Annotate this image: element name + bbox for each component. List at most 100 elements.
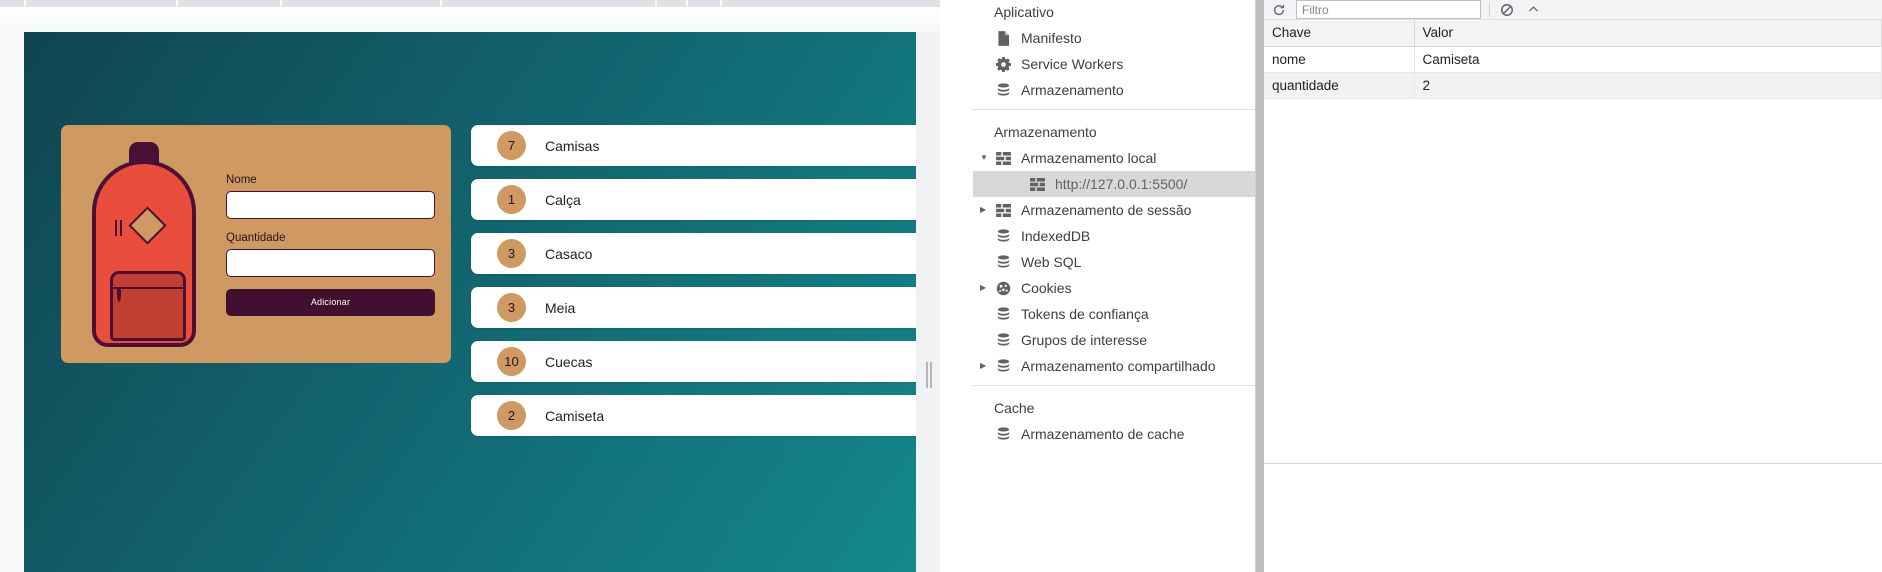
- chevron-down-icon[interactable]: ▼: [980, 154, 994, 162]
- column-header-value[interactable]: Valor: [1414, 20, 1882, 47]
- item-quantity-badge: 10: [497, 347, 526, 376]
- quantity-input[interactable]: [226, 248, 435, 277]
- chevron-right-icon[interactable]: ▶: [980, 206, 994, 214]
- database-icon: [994, 306, 1012, 322]
- database-icon: [994, 228, 1012, 244]
- list-item[interactable]: 10 Cuecas: [471, 341, 916, 382]
- devtools-storage-detail: Chave Valor nomeCamisetaquantidade2: [1256, 0, 1882, 572]
- tree-item-armazenamento-compartilhado[interactable]: ▶ Armazenamento compartilhado: [973, 353, 1255, 379]
- tab-separator: [280, 0, 282, 7]
- tree-item-label: Service Workers: [1021, 56, 1124, 72]
- devtools-panel: Aplicativo Manifesto Service Workers Armaze…: [960, 0, 1882, 572]
- table-cell-value[interactable]: 2: [1414, 72, 1882, 99]
- tree-item-service-workers[interactable]: Service Workers: [973, 51, 1255, 77]
- tree-item-label: Cookies: [1021, 280, 1072, 296]
- list-item[interactable]: 3 Meia: [471, 287, 916, 328]
- item-quantity-badge: 7: [497, 131, 526, 160]
- tree-section: Aplicativo Manifesto Service Workers Armaze…: [973, 0, 1255, 109]
- clothing-item-list: 7 Camisas 1 Calça 3 Casaco 3 Meia 10 Cuecas 2 Camis…: [471, 125, 916, 449]
- item-name-label: Calça: [545, 191, 581, 208]
- item-name-label: Camisas: [545, 137, 600, 154]
- cookie-icon: [994, 280, 1012, 296]
- database-icon: [994, 254, 1012, 270]
- item-name-label: Meia: [545, 299, 576, 316]
- backpack-pocket-icon: [109, 270, 186, 341]
- tree-item-tokens-de-confian-a[interactable]: Tokens de confiança: [973, 301, 1255, 327]
- refresh-icon[interactable]: [1270, 1, 1288, 19]
- tree-section-title: Aplicativo: [994, 4, 1054, 20]
- item-name-label: Casaco: [545, 245, 593, 262]
- web-page-viewport: Nome Quantidade Adicionar 7 Camisas 1 Calça…: [24, 32, 916, 572]
- table-row[interactable]: nome Camiseta: [1264, 46, 1882, 73]
- screen: Nome Quantidade Adicionar 7 Camisas 1 Calça…: [0, 0, 1882, 572]
- table-row[interactable]: quantidade 2: [1264, 72, 1882, 99]
- storage-table-empty-area: [1264, 463, 1882, 572]
- list-item[interactable]: 1 Calça: [471, 179, 916, 220]
- tab-separator: [686, 0, 688, 7]
- close-icon[interactable]: [1524, 1, 1542, 19]
- table-icon: [1028, 176, 1046, 192]
- manifest-icon: [994, 30, 1012, 46]
- tree-item-label: Armazenamento compartilhado: [1021, 358, 1216, 374]
- tab-separator: [720, 0, 722, 7]
- browser-tab-strip[interactable]: [0, 0, 960, 7]
- storage-key-value-table[interactable]: Chave Valor nome Camiseta quantidade 2: [1264, 20, 1882, 99]
- table-header-row: Chave Valor: [1264, 20, 1882, 47]
- item-quantity-badge: 1: [497, 185, 526, 214]
- backpack-body-icon: [91, 159, 196, 347]
- tree-item-label: Grupos de interesse: [1021, 332, 1148, 348]
- page-scrollbar[interactable]: [916, 32, 940, 572]
- database-icon: [994, 426, 1012, 442]
- tree-section-title: Armazenamento: [994, 124, 1097, 140]
- database-icon: [994, 82, 1012, 98]
- tree-item-grupos-de-interesse[interactable]: Grupos de interesse: [973, 327, 1255, 353]
- tree-item-armazenamento[interactable]: Armazenamento: [973, 77, 1255, 103]
- backpack-straps-icon: [114, 219, 124, 236]
- tree-item-http-127-0-0-1-5500[interactable]: http://127.0.0.1:5500/: [973, 171, 1255, 197]
- table-cell-value[interactable]: Camiseta: [1414, 46, 1882, 73]
- tab-separator: [440, 0, 442, 7]
- column-header-key[interactable]: Chave: [1264, 20, 1415, 47]
- tree-item-label: http://127.0.0.1:5500/: [1055, 176, 1188, 192]
- tree-section-title: Cache: [994, 400, 1035, 416]
- chevron-right-icon[interactable]: ▶: [980, 284, 994, 292]
- backpack-zipper-icon: [112, 286, 183, 289]
- tree-item-web-sql[interactable]: Web SQL: [973, 249, 1255, 275]
- tree-section: Armazenamento ▼ Armazenamento local http://…: [973, 109, 1255, 385]
- tree-item-cookies[interactable]: ▶ Cookies: [973, 275, 1255, 301]
- backpack-zipper-pull-icon: [116, 286, 121, 302]
- tree-item-manifesto[interactable]: Manifesto: [973, 25, 1255, 51]
- tree-item-label: Manifesto: [1021, 30, 1082, 46]
- add-item-button[interactable]: Adicionar: [226, 288, 435, 316]
- browser-toolbar-band: [0, 7, 960, 32]
- database-icon: [994, 358, 1012, 374]
- tree-item-label: Tokens de confiança: [1021, 306, 1149, 322]
- list-item[interactable]: 3 Casaco: [471, 233, 916, 274]
- tree-section: Cache Armazenamento de cache: [973, 385, 1255, 453]
- backpack-diamond-icon: [127, 205, 167, 245]
- quantity-field-label: Quantidade: [226, 231, 286, 244]
- page-scrollbar-grip-icon[interactable]: [925, 362, 933, 388]
- tree-item-label: IndexedDB: [1021, 228, 1091, 244]
- tree-item-label: Armazenamento local: [1021, 150, 1157, 166]
- item-quantity-badge: 3: [497, 239, 526, 268]
- tree-item-armazenamento-de-cache[interactable]: Armazenamento de cache: [973, 421, 1255, 447]
- chevron-right-icon[interactable]: ▶: [980, 362, 994, 370]
- tree-item-indexeddb[interactable]: IndexedDB: [973, 223, 1255, 249]
- tree-item-armazenamento-local[interactable]: ▼ Armazenamento local: [973, 145, 1255, 171]
- table-cell-key[interactable]: nome: [1264, 46, 1415, 73]
- list-item[interactable]: 2 Camiseta: [471, 395, 916, 436]
- table-cell-key[interactable]: quantidade: [1264, 72, 1415, 99]
- devtools-application-tree[interactable]: Aplicativo Manifesto Service Workers Armaze…: [973, 0, 1256, 572]
- name-input[interactable]: [226, 190, 435, 219]
- tree-item-armazenamento-de-sess-o[interactable]: ▶ Armazenamento de sessão: [973, 197, 1255, 223]
- item-name-label: Cuecas: [545, 353, 593, 370]
- browser-window: Nome Quantidade Adicionar 7 Camisas 1 Calça…: [0, 0, 960, 572]
- clear-icon[interactable]: [1498, 1, 1516, 19]
- item-quantity-badge: 3: [497, 293, 526, 322]
- filter-input[interactable]: [1296, 0, 1481, 19]
- devtools-splitter[interactable]: [960, 0, 973, 572]
- detail-splitter[interactable]: [1256, 0, 1264, 572]
- browser-right-gutter: [940, 0, 960, 572]
- list-item[interactable]: 7 Camisas: [471, 125, 916, 166]
